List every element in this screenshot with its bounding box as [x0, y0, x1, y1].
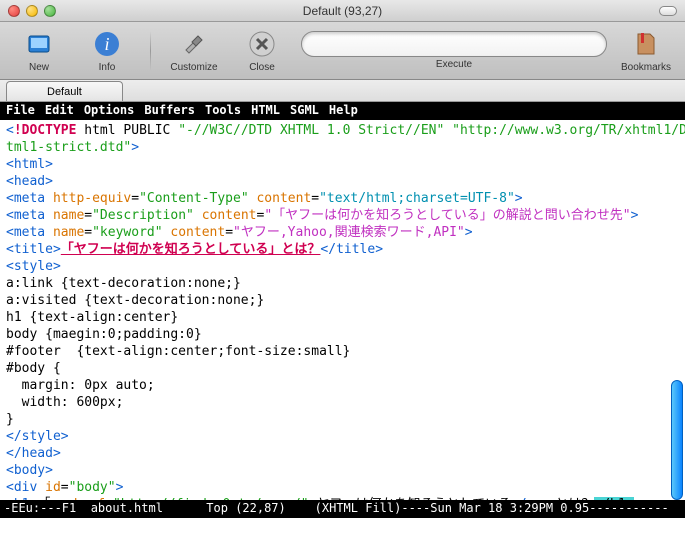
code-line: <head> — [6, 173, 679, 190]
window-titlebar: Default (93,27) — [0, 0, 685, 22]
menu-sgml[interactable]: SGML — [290, 103, 319, 119]
close-button[interactable]: Close — [233, 28, 291, 73]
menu-html[interactable]: HTML — [251, 103, 280, 119]
code-line: h1 {text-align:center} — [6, 309, 679, 326]
window-controls — [8, 5, 56, 17]
toolbar: New i Info Customize Close Execute Bookm… — [0, 22, 685, 80]
code-line: a:visited {text-decoration:none;} — [6, 292, 679, 309]
code-line: <html> — [6, 156, 679, 173]
tab-default[interactable]: Default — [6, 81, 123, 101]
code-line: <meta http-equiv="Content-Type" content=… — [6, 190, 679, 207]
code-line: #body { — [6, 360, 679, 377]
info-icon: i — [91, 28, 123, 60]
zoom-window-icon[interactable] — [44, 5, 56, 17]
code-line: <h1>「<a href="http://find.x0.to/ynss/">ヤ… — [6, 496, 679, 500]
emacs-modeline: -EEu:---F1 about.html Top (22,87) (XHTML… — [0, 500, 685, 518]
close-window-icon[interactable] — [8, 5, 20, 17]
minimize-window-icon[interactable] — [26, 5, 38, 17]
scrollbar-thumb[interactable] — [671, 380, 683, 500]
toolbar-toggle-pill[interactable] — [659, 6, 677, 16]
code-line: tml1-strict.dtd"> — [6, 139, 679, 156]
menu-tools[interactable]: Tools — [205, 103, 241, 119]
close-icon — [246, 28, 278, 60]
execute-group: Execute — [301, 31, 607, 70]
code-line: </head> — [6, 445, 679, 462]
code-line: <div id="body"> — [6, 479, 679, 496]
editor-area[interactable]: <!DOCTYPE html PUBLIC "-//W3C//DTD XHTML… — [0, 120, 685, 500]
svg-text:i: i — [104, 34, 109, 54]
code-line: body {maegin:0;padding:0} — [6, 326, 679, 343]
info-button[interactable]: i Info — [78, 28, 136, 73]
emacs-menubar[interactable]: File Edit Options Buffers Tools HTML SGM… — [0, 102, 685, 120]
menu-file[interactable]: File — [6, 103, 35, 119]
code-line: } — [6, 411, 679, 428]
bookmarks-icon — [630, 28, 662, 60]
code-line: <meta name="Description" content="「ヤフーは何… — [6, 207, 679, 224]
code-line: width: 600px; — [6, 394, 679, 411]
menu-options[interactable]: Options — [84, 103, 135, 119]
code-line: <style> — [6, 258, 679, 275]
code-line: <!DOCTYPE html PUBLIC "-//W3C//DTD XHTML… — [6, 122, 679, 139]
menu-buffers[interactable]: Buffers — [144, 103, 195, 119]
execute-input[interactable] — [301, 31, 607, 57]
menu-help[interactable]: Help — [329, 103, 358, 119]
window-title: Default (93,27) — [0, 4, 685, 18]
customize-icon — [178, 28, 210, 60]
code-line: a:link {text-decoration:none;} — [6, 275, 679, 292]
tab-strip: Default — [0, 80, 685, 102]
code-line: <meta name="keyword" content="ヤフー,Yahoo,… — [6, 224, 679, 241]
customize-button[interactable]: Customize — [165, 28, 223, 73]
code-line: <title>「ヤフーは何かを知ろうとしている」とは？</title> — [6, 241, 679, 258]
code-line: </style> — [6, 428, 679, 445]
new-icon — [23, 28, 55, 60]
bookmarks-button[interactable]: Bookmarks — [617, 28, 675, 73]
menu-edit[interactable]: Edit — [45, 103, 74, 119]
code-line: margin: 0px auto; — [6, 377, 679, 394]
code-line: <body> — [6, 462, 679, 479]
toolbar-separator — [150, 31, 151, 71]
new-button[interactable]: New — [10, 28, 68, 73]
code-line: #footer {text-align:center;font-size:sma… — [6, 343, 679, 360]
execute-label: Execute — [436, 59, 472, 70]
